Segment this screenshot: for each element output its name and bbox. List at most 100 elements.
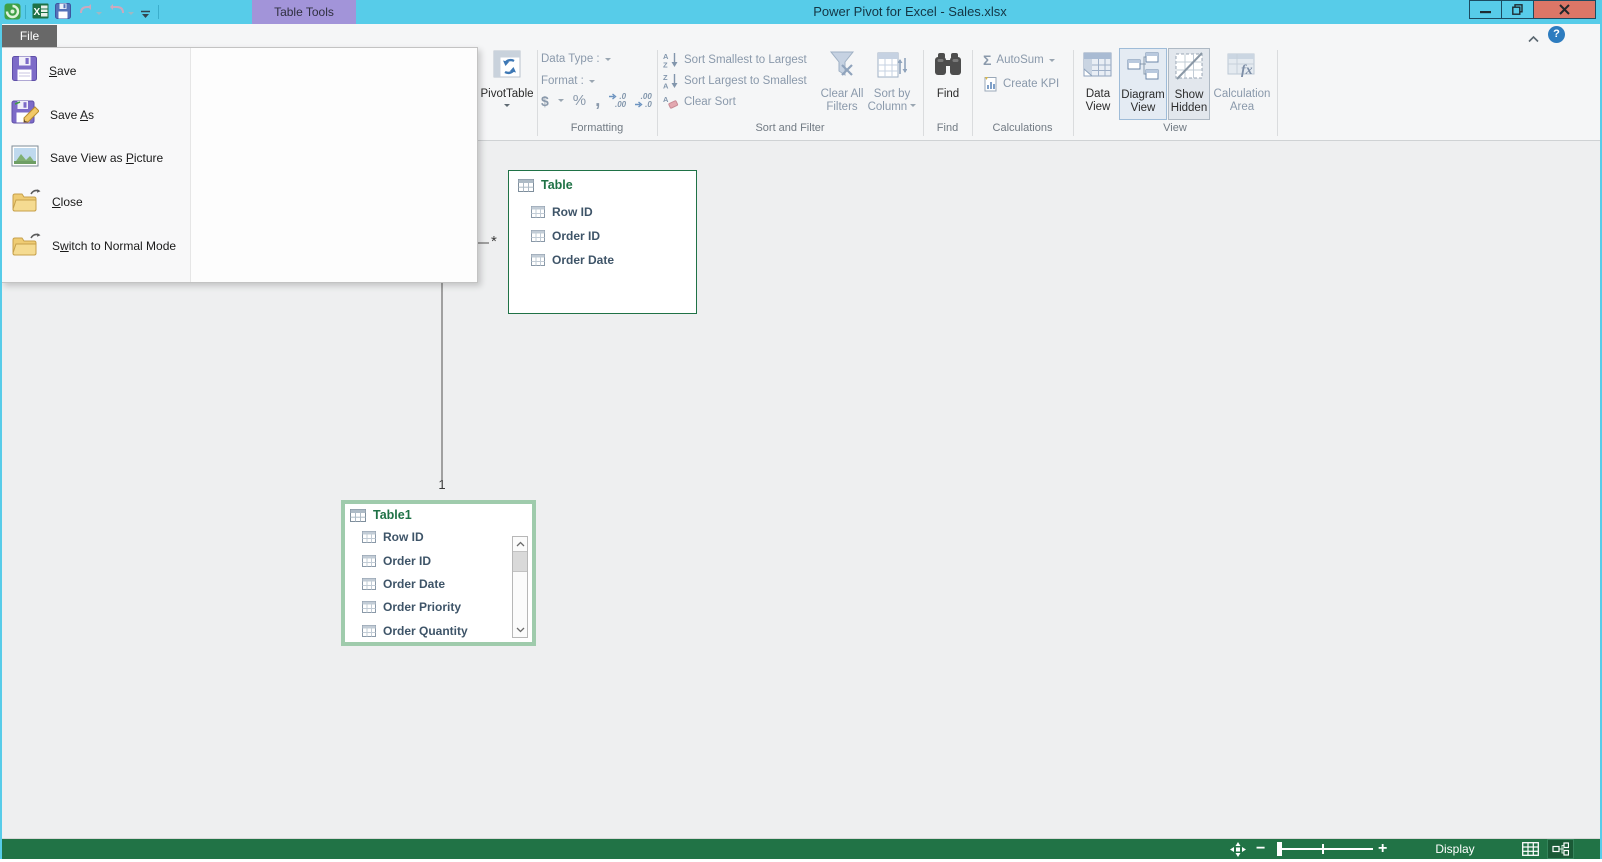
calculation-area-button[interactable]: fx Calculation Area [1211, 48, 1273, 120]
autosum-button[interactable]: Σ AutoSum [983, 52, 1055, 68]
field-row[interactable]: Order ID [531, 229, 600, 243]
create-kpi-button[interactable]: Create KPI [983, 76, 1059, 92]
undo-dropdown-icon[interactable] [96, 12, 102, 18]
relationship-line-vertical[interactable] [441, 261, 443, 480]
sort-by-column-dropdown-icon [910, 104, 916, 110]
sort-by-column-button[interactable]: Sort by Column [866, 48, 918, 120]
window-title: Power Pivot for Excel - Sales.xlsx [640, 0, 1180, 24]
powerpivot-window: X Table Tools [0, 0, 1602, 859]
menu-item-close[interactable]: Close [2, 183, 188, 221]
table-card-table1[interactable]: Table1 Row ID Order ID Order Date Order … [341, 500, 536, 646]
table-icon [518, 179, 534, 192]
clear-sort-button[interactable]: A Clear Sort [663, 94, 736, 110]
number-format-row: $ % , .0 .00 .00 .0 [541, 92, 652, 109]
sort-az-icon: A Z [663, 52, 679, 68]
increase-decimal-button[interactable]: .0 .00 [609, 93, 626, 109]
scrollbar-thumb[interactable] [513, 551, 527, 572]
help-icon[interactable]: ? [1548, 26, 1565, 43]
table-name: Table1 [373, 508, 412, 522]
data-view-button[interactable]: Data View [1078, 48, 1118, 120]
switch-to-workbook-icon[interactable]: X [32, 3, 49, 24]
menu-item-save-as[interactable]: Save As [2, 96, 188, 134]
minimize-button[interactable] [1469, 0, 1502, 19]
menu-item-save[interactable]: Save [2, 52, 188, 90]
field-row[interactable]: Row ID [362, 530, 424, 544]
data-view-status-icon[interactable] [1522, 842, 1539, 861]
field-row[interactable]: Order Priority [362, 600, 461, 614]
sort-filter-group-label: Sort and Filter [657, 122, 923, 134]
decrease-decimal-button[interactable]: .00 .0 [635, 93, 652, 109]
format-control[interactable]: Format : [541, 75, 595, 87]
sort-ascending-button[interactable]: A Z Sort Smallest to Largest [663, 52, 807, 68]
collapse-ribbon-icon[interactable] [1527, 30, 1540, 48]
field-row[interactable]: Row ID [531, 205, 593, 219]
zoom-out-button[interactable]: − [1256, 840, 1265, 858]
scroll-down-icon[interactable] [513, 623, 527, 637]
svg-text:Z: Z [663, 61, 668, 69]
zoom-slider-thumb[interactable] [1277, 842, 1282, 856]
svg-text:X: X [34, 7, 41, 18]
redo-icon[interactable] [110, 3, 126, 21]
titlebar: X Table Tools [0, 0, 1602, 24]
close-button[interactable] [1533, 0, 1596, 19]
show-hidden-icon [1169, 49, 1209, 89]
field-icon [362, 531, 376, 543]
table-card-header[interactable]: Table [518, 178, 573, 192]
thousands-separator-button[interactable]: , [595, 96, 600, 106]
app-icon[interactable] [4, 3, 21, 25]
zoom-100-tick [1322, 844, 1324, 854]
find-button[interactable]: Find [927, 48, 969, 120]
table1-scrollbar[interactable] [512, 536, 528, 638]
restore-button[interactable] [1501, 0, 1534, 19]
zoom-in-button[interactable]: + [1378, 840, 1387, 858]
field-icon [531, 230, 545, 242]
save-icon[interactable] [55, 3, 71, 24]
field-row[interactable]: Order Quantity [362, 624, 468, 638]
autosum-dropdown-icon [1049, 59, 1055, 65]
field-row[interactable]: Order Date [531, 253, 614, 267]
scroll-up-icon[interactable] [513, 537, 527, 551]
menu-item-save-view-as-picture[interactable]: Save View as Picture [2, 139, 188, 177]
percent-button[interactable]: % [573, 92, 586, 109]
fit-to-screen-icon[interactable] [1230, 842, 1246, 862]
pivottable-icon [470, 48, 544, 88]
field-icon [362, 625, 376, 637]
menu-item-switch-to-normal-mode[interactable]: Switch to Normal Mode [2, 227, 188, 265]
currency-button[interactable]: $ [541, 93, 549, 109]
formatting-group-label: Formatting [537, 122, 657, 134]
undo-icon[interactable] [78, 3, 94, 21]
diagram-view-button[interactable]: Diagram View [1119, 48, 1167, 120]
binoculars-icon [927, 48, 969, 88]
table-tools-tab[interactable]: Table Tools [252, 0, 356, 24]
table-card-header[interactable]: Table1 [350, 508, 412, 522]
folder-close-icon [11, 187, 41, 218]
file-tab[interactable]: File [2, 25, 57, 47]
currency-dropdown-icon[interactable] [558, 99, 564, 105]
show-hidden-button[interactable]: Show Hidden [1168, 48, 1210, 120]
save-floppy-icon [11, 55, 38, 87]
field-icon [362, 578, 376, 590]
save-as-floppy-pencil-icon [11, 99, 39, 132]
field-row[interactable]: Order Date [362, 577, 445, 591]
pivottable-button[interactable]: PivotTable [470, 48, 544, 120]
relationship-many-marker: * [491, 233, 497, 250]
clear-all-filters-button[interactable]: Clear All Filters [816, 48, 868, 120]
redo-dropdown-icon[interactable] [128, 12, 134, 18]
zoom-slider-track[interactable] [1277, 848, 1373, 850]
clear-filters-icon [816, 48, 868, 88]
calculations-group-label: Calculations [972, 122, 1073, 134]
folder-switch-icon [11, 231, 41, 262]
sigma-icon: Σ [983, 52, 991, 68]
sort-descending-button[interactable]: Z A Sort Largest to Smallest [663, 73, 807, 89]
view-group-label: View [1073, 122, 1277, 134]
window-border-left [0, 24, 2, 859]
customize-qat-icon[interactable] [140, 6, 151, 24]
diagram-view-status-icon[interactable] [1547, 839, 1574, 859]
picture-icon [11, 144, 39, 173]
table-card-table[interactable]: Table Row ID Order ID Order Date [508, 170, 697, 314]
qat-separator [158, 5, 159, 19]
pivottable-dropdown-icon [504, 104, 510, 110]
data-type-control[interactable]: Data Type : [541, 53, 611, 65]
field-row[interactable]: Order ID [362, 554, 431, 568]
svg-text:fx: fx [1241, 63, 1253, 78]
